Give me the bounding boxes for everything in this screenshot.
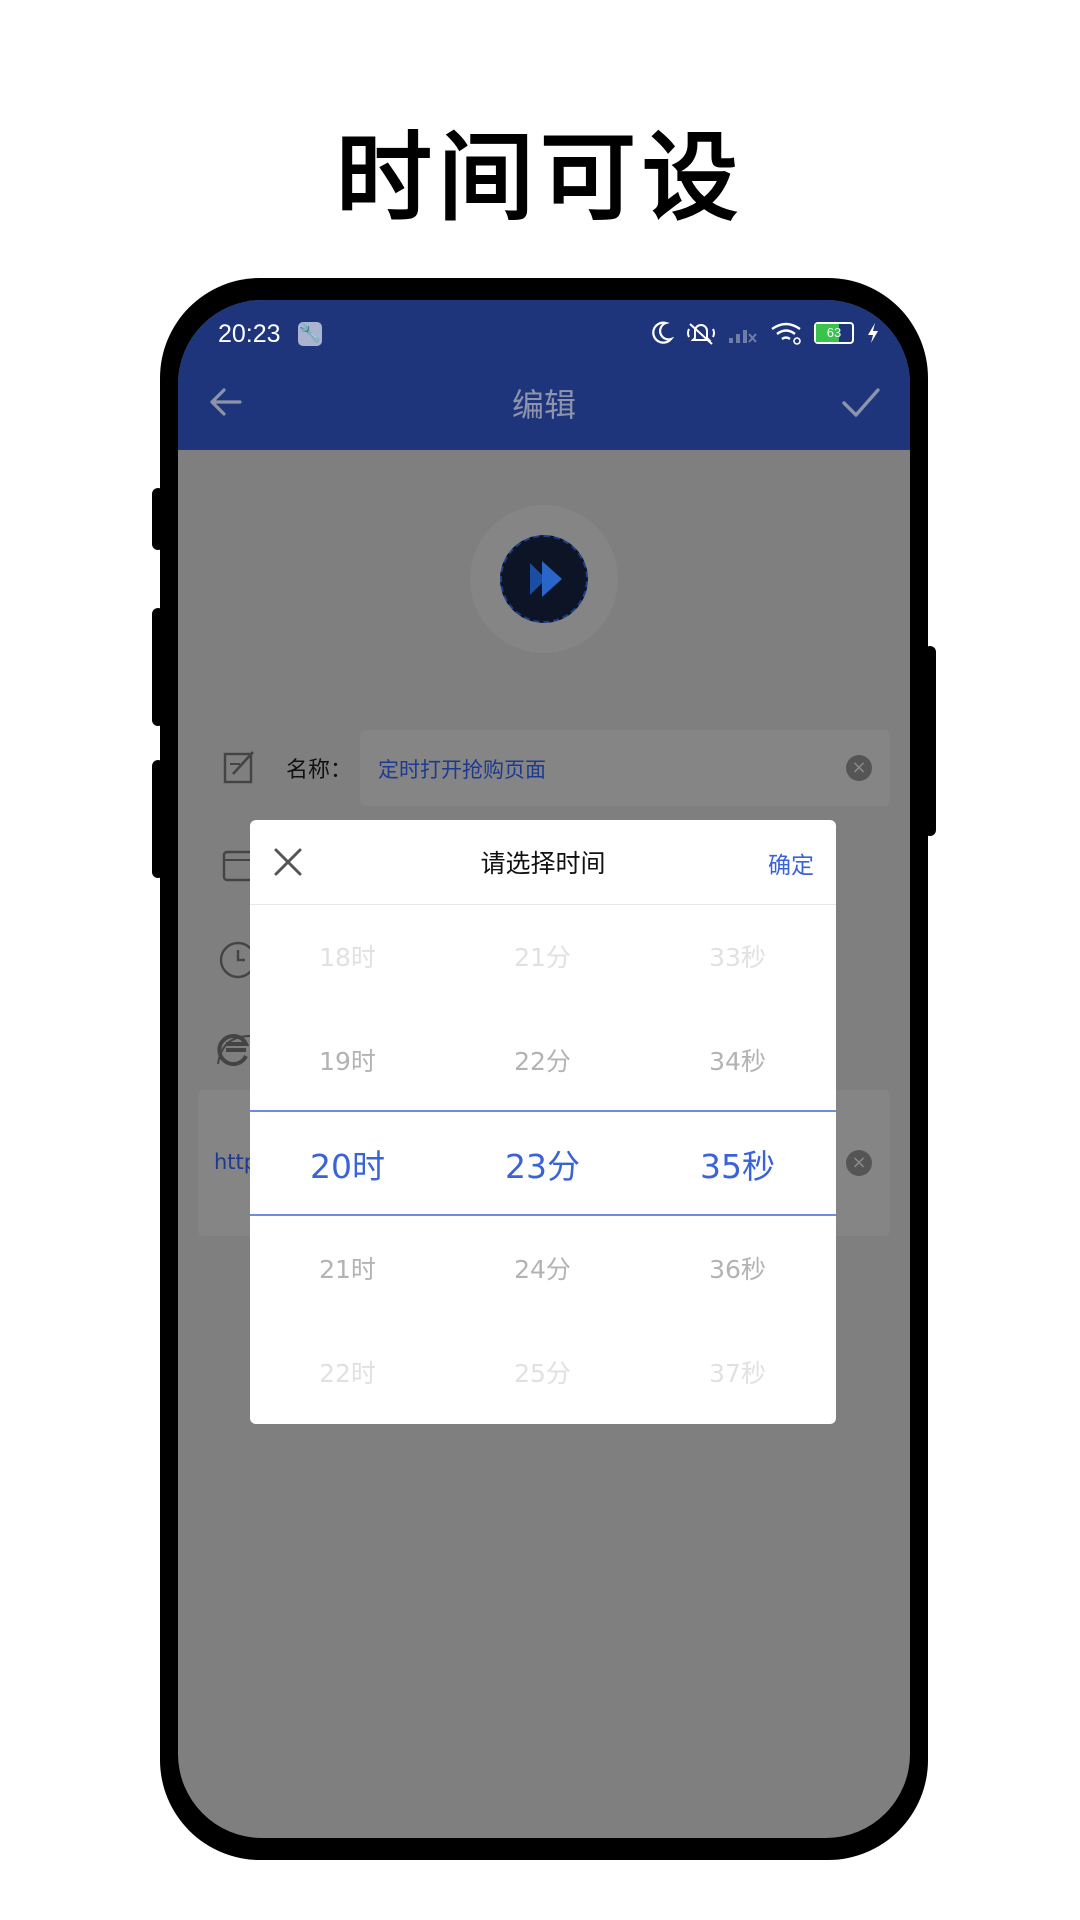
- second-wheel[interactable]: 33秒 34秒 35秒 36秒 37秒: [640, 904, 835, 1424]
- calendar-icon: [222, 850, 252, 882]
- second-option-selected[interactable]: 35秒: [640, 1140, 835, 1188]
- hour-option[interactable]: 21时: [250, 1250, 445, 1286]
- status-time: 20:23: [218, 320, 281, 348]
- confirm-button[interactable]: 确定: [768, 846, 814, 880]
- clock-icon: [219, 941, 252, 979]
- battery-icon: 63: [814, 322, 854, 344]
- name-label: 名称：: [286, 758, 353, 783]
- fast-forward-icon: [500, 535, 588, 623]
- browser-icon: [217, 1034, 251, 1066]
- side-button-left-1: [152, 488, 164, 550]
- hour-option[interactable]: 19时: [250, 1042, 445, 1078]
- wrench-icon: 🔧: [298, 322, 322, 346]
- phone-screen: 20:23 🔧 63 编辑 名称： 定时打开抢购页面 × http × 请选择时…: [178, 300, 910, 1838]
- app-bar-title: 编辑: [511, 386, 576, 424]
- side-button-right: [924, 646, 936, 836]
- hour-wheel[interactable]: 18时 19时 20时 21时 22时: [250, 904, 445, 1424]
- hour-option[interactable]: 18时: [250, 938, 445, 974]
- time-picker-dialog: 请选择时间 确定 18时 19时 20时 21时 22时 21分 22分 23分…: [250, 820, 836, 1424]
- edit-icon: [223, 751, 254, 784]
- battery-level: 63: [826, 325, 842, 340]
- app-bar: 20:23 🔧 63 编辑: [178, 300, 910, 450]
- headline-title: 时间可设: [336, 122, 744, 234]
- minute-option[interactable]: 21分: [445, 938, 640, 974]
- phone-frame: 20:23 🔧 63 编辑 名称： 定时打开抢购页面 × http × 请选择时…: [152, 278, 936, 1860]
- signal-icon: [729, 330, 757, 343]
- second-option[interactable]: 34秒: [640, 1042, 835, 1078]
- clear-name-icon[interactable]: ×: [846, 755, 872, 781]
- minute-option[interactable]: 25分: [445, 1354, 640, 1390]
- moon-icon: [652, 321, 674, 344]
- hour-option[interactable]: 22时: [250, 1354, 445, 1390]
- second-option[interactable]: 33秒: [640, 938, 835, 974]
- side-button-left-3: [152, 760, 164, 878]
- clear-url-icon[interactable]: ×: [846, 1150, 872, 1176]
- minute-wheel[interactable]: 21分 22分 23分 24分 25分: [445, 904, 640, 1424]
- hour-option-selected[interactable]: 20时: [250, 1140, 445, 1188]
- second-option[interactable]: 37秒: [640, 1354, 835, 1390]
- wifi-icon: [771, 322, 801, 345]
- minute-option[interactable]: 22分: [445, 1042, 640, 1078]
- name-input[interactable]: 定时打开抢购页面: [378, 754, 546, 784]
- dialog-title: 请选择时间: [480, 849, 606, 878]
- side-button-left-2: [152, 608, 164, 726]
- status-icons: 63: [650, 318, 880, 348]
- mute-icon: [687, 323, 715, 345]
- minute-option[interactable]: 24分: [445, 1250, 640, 1286]
- minute-option-selected[interactable]: 23分: [445, 1140, 640, 1188]
- charging-icon: [868, 323, 878, 343]
- task-icon-button[interactable]: [470, 505, 618, 653]
- check-icon[interactable]: [840, 382, 882, 422]
- second-option[interactable]: 36秒: [640, 1250, 835, 1286]
- dialog-header: 请选择时间 确定: [250, 820, 836, 905]
